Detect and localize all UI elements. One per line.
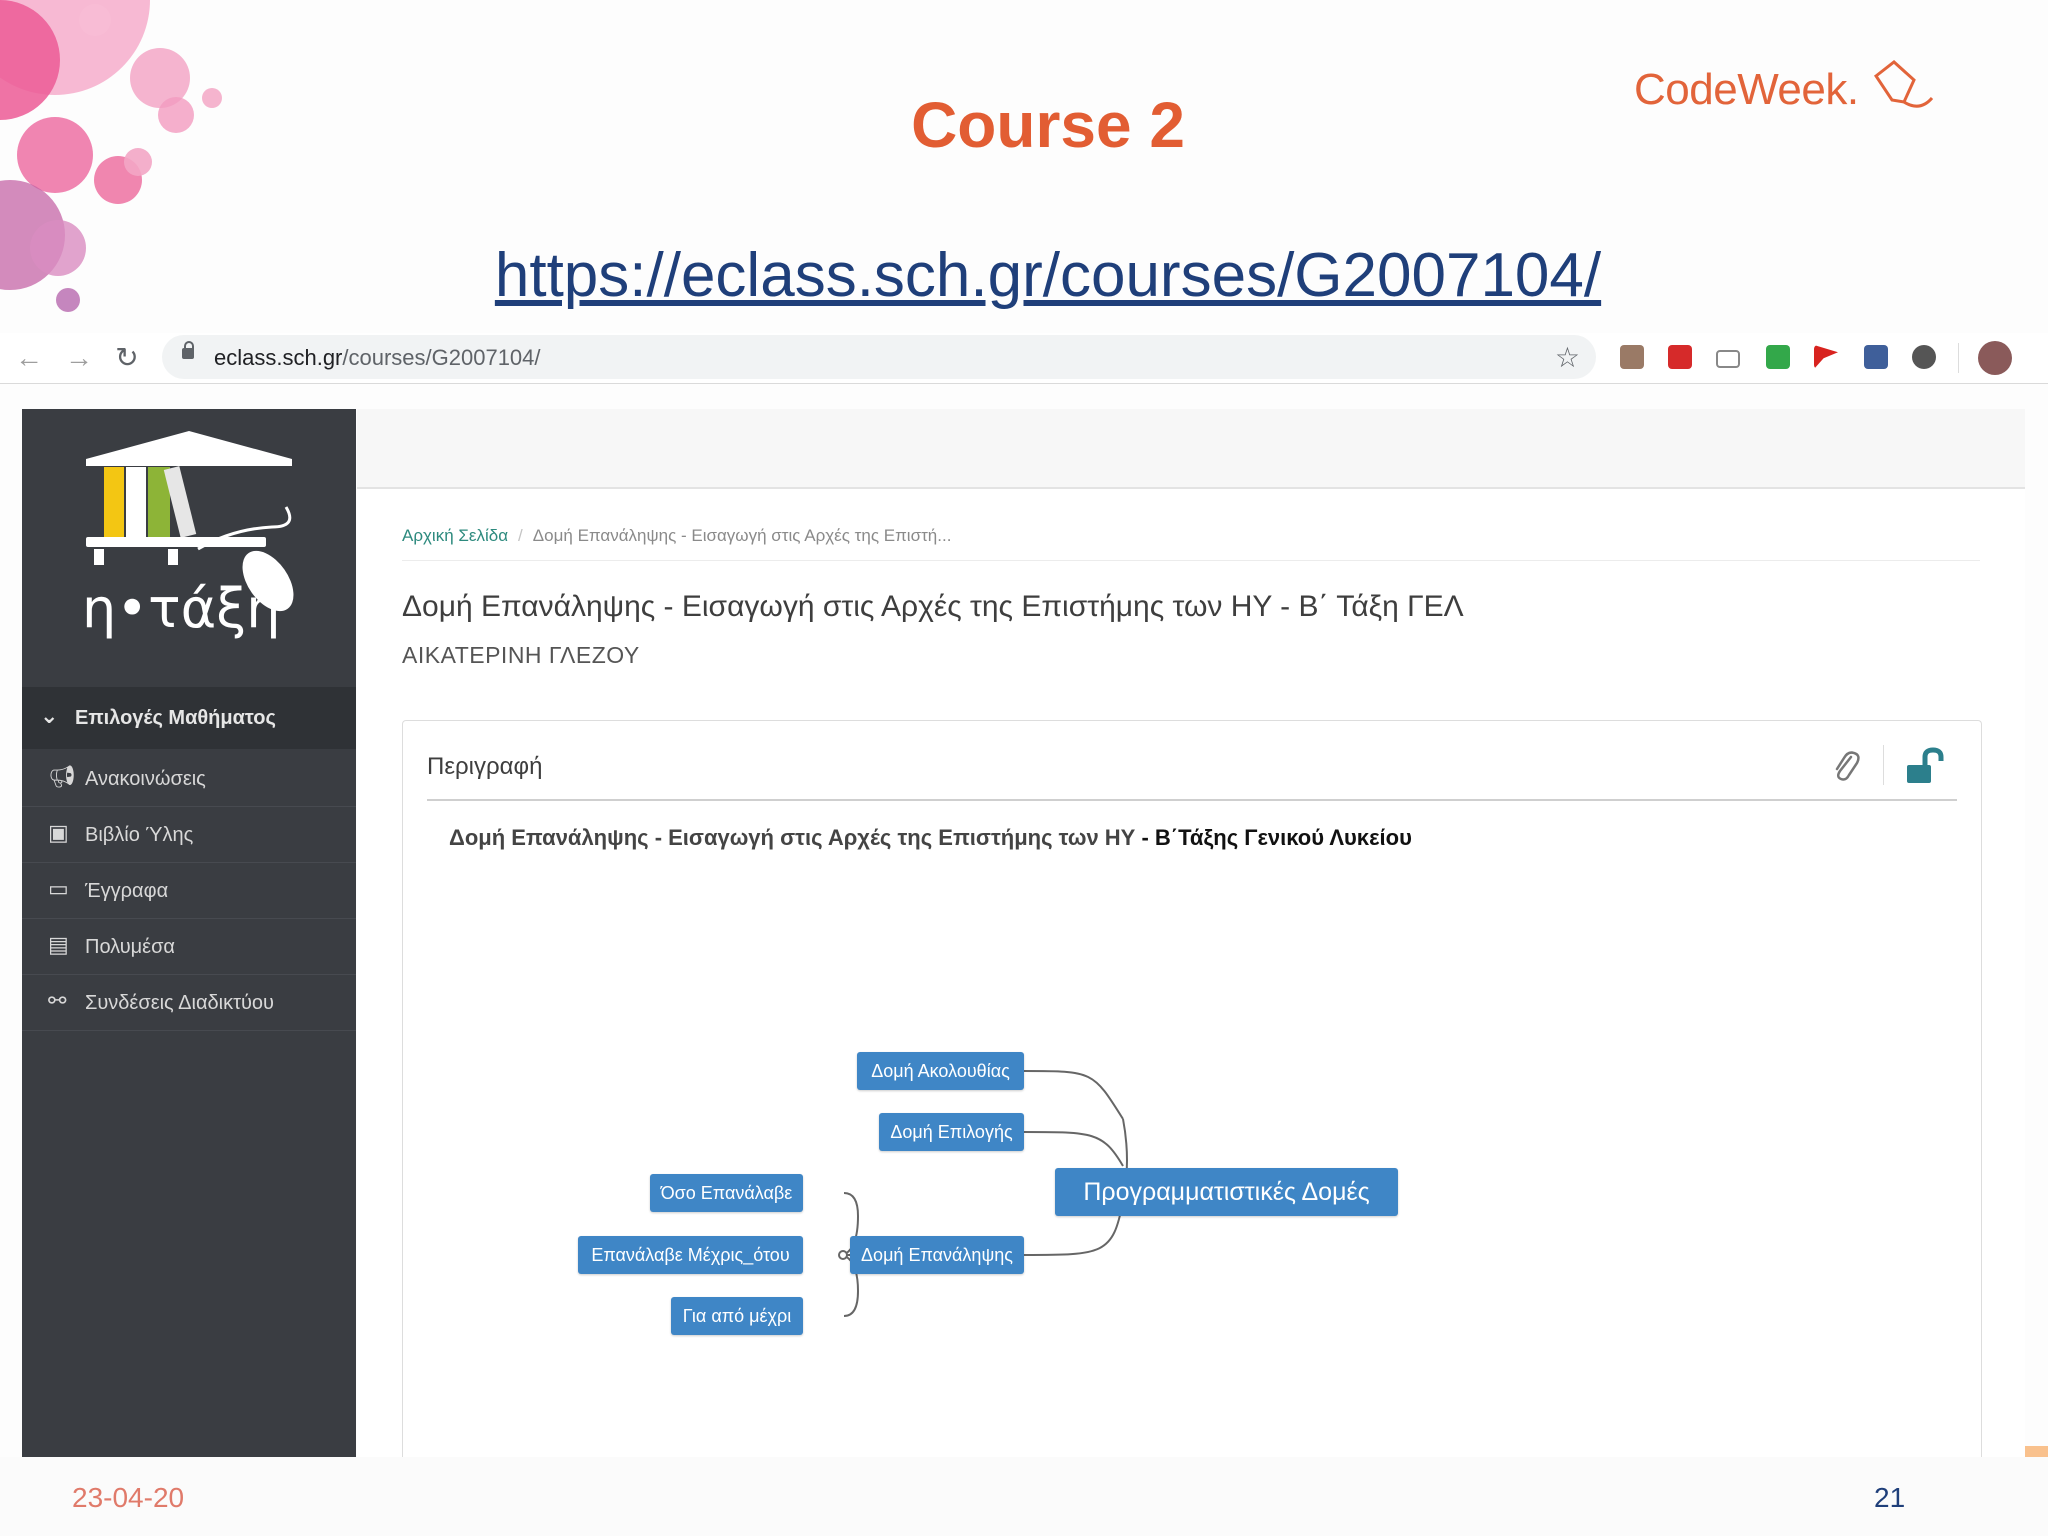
mindmap-node-loop[interactable]: Δομή Επανάληψης xyxy=(850,1236,1024,1274)
slide-date: 23-04-20 xyxy=(72,1482,185,1513)
address-bar[interactable]: eclass.sch.gr/courses/G2007104/ ☆ xyxy=(162,335,1596,379)
sidebar-item-multimedia[interactable]: ▤ Πολυμέσα xyxy=(22,918,356,975)
itaxi-logo[interactable]: η•τάξη xyxy=(22,409,356,687)
calendar-icon: ▣ xyxy=(48,820,69,845)
link-icon: ⚯ xyxy=(48,988,67,1013)
lock-icon xyxy=(182,341,194,359)
toolbar-divider xyxy=(1958,343,1959,373)
bookshelf-logo-icon xyxy=(86,431,294,612)
sidebar-item-label: Πολυμέσα xyxy=(85,936,175,958)
sidebar-item-syllabus[interactable]: ▣ Βιβλίο Ύλης xyxy=(22,806,356,863)
megaphone-icon: 📢︎ xyxy=(48,764,76,789)
course-options-header[interactable]: ⌄ Επιλογές Μαθήματος xyxy=(22,687,356,749)
course-teacher: ΑΙΚΑΤΕΡΙΝΗ ΓΛΕΖΟΥ xyxy=(402,642,640,668)
slide-page-number: 21 xyxy=(1874,1482,1906,1513)
address-url[interactable]: eclass.sch.gr/courses/G2007104/ xyxy=(214,345,541,371)
chevron-down-icon: ⌄ xyxy=(40,703,59,728)
flag-icon[interactable] xyxy=(1814,345,1838,369)
sidebar-item-label: Ανακοινώσεις xyxy=(85,768,206,790)
course-link[interactable]: https://eclass.sch.gr/courses/G2007104/ xyxy=(0,240,2048,311)
avg-icon[interactable] xyxy=(1766,345,1790,369)
sidebar-item-label: Συνδέσεις Διαδικτύου xyxy=(85,992,274,1014)
reload-icon[interactable]: ↻ xyxy=(110,341,144,375)
description-panel: Περιγραφή Δομή Επανάληψης - Εισαγωγή στι… xyxy=(402,720,1982,1481)
puzzle-icon[interactable] xyxy=(1864,345,1888,369)
mouse-hand-icon xyxy=(1874,60,1934,108)
sidebar-item-label: Έγγραφα xyxy=(85,880,169,902)
sidebar-item-links[interactable]: ⚯ Συνδέσεις Διαδικτύου xyxy=(22,974,356,1031)
film-icon: ▤ xyxy=(48,932,69,957)
page-title: Δομή Επανάληψης - Εισαγωγή στις Αρχές τη… xyxy=(402,590,1464,623)
avatar[interactable] xyxy=(1978,341,2012,375)
breadcrumb-separator: / xyxy=(518,526,523,545)
divider xyxy=(402,560,1980,561)
codeweek-wordmark: CodeWeek. xyxy=(1634,65,1859,114)
circle-icon[interactable] xyxy=(1912,345,1936,369)
more-menu-icon[interactable]: ⋮ xyxy=(2036,337,2048,370)
mindmap-node-while[interactable]: Όσο Επανάλαβε xyxy=(650,1174,803,1212)
star-icon[interactable]: ☆ xyxy=(1555,341,1580,374)
logo-wordmark: η•τάξη xyxy=(82,577,281,640)
sidebar-item-documents[interactable]: ▭ Έγγραφα xyxy=(22,862,356,919)
mindmap-node-sequence[interactable]: Δομή Ακολουθίας xyxy=(857,1052,1024,1090)
mindmap-connectors xyxy=(838,1070,1128,1317)
pdf-icon[interactable] xyxy=(1620,345,1644,369)
codeweek-logo: CodeWeek. xyxy=(1634,60,1940,116)
folder-open-icon: ▭ xyxy=(48,876,69,901)
top-bar xyxy=(357,409,2025,489)
slide-footer xyxy=(0,1457,2048,1536)
sidebar-item-label: Βιβλίο Ύλης xyxy=(85,824,194,846)
cast-icon[interactable] xyxy=(1716,350,1740,368)
course-sidebar: η•τάξη ⌄ Επιλογές Μαθήματος 📢︎ Ανακοινώσ… xyxy=(22,409,356,1457)
arrow-right-icon[interactable]: → xyxy=(62,341,96,375)
browser-toolbar: ← → ↻ eclass.sch.gr/courses/G2007104/ ☆ … xyxy=(0,333,2048,384)
sidebar-item-announcements[interactable]: 📢︎ Ανακοινώσεις xyxy=(22,750,356,807)
breadcrumb: Αρχική Σελίδα / Δομή Επανάληψης - Εισαγωγή… xyxy=(402,526,951,546)
breadcrumb-current: Δομή Επανάληψης - Εισαγωγή στις Αρχές τη… xyxy=(532,526,952,545)
breadcrumb-home[interactable]: Αρχική Σελίδα xyxy=(402,526,508,545)
arrow-left-icon[interactable]: ← xyxy=(12,341,46,375)
mindmap-node-repeat-until[interactable]: Επανάλαβε Μέχρις_ότου xyxy=(578,1236,803,1274)
mindmap-node-for[interactable]: Για από μέχρι xyxy=(671,1297,803,1335)
mindmap-root-node[interactable]: Προγραμματιστικές Δομές xyxy=(1055,1168,1398,1216)
mindmap-node-selection[interactable]: Δομή Επιλογής xyxy=(879,1113,1024,1151)
acrobat-icon[interactable] xyxy=(1668,345,1692,369)
